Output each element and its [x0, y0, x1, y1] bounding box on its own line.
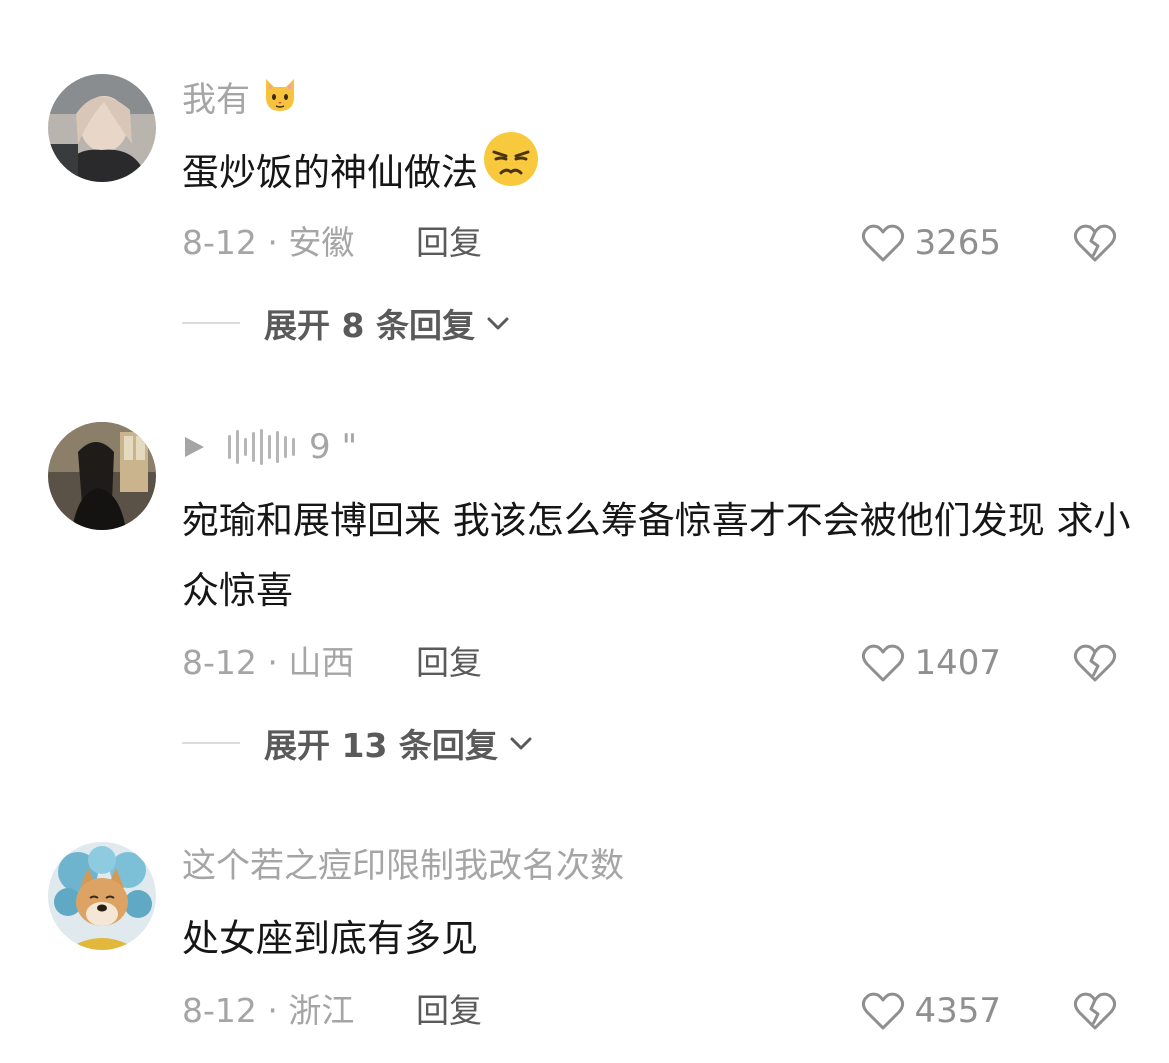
- comment-meta: 8-12 · 安徽: [182, 223, 355, 262]
- reply-button[interactable]: 回复: [416, 218, 482, 268]
- avatar[interactable]: [48, 842, 156, 950]
- play-icon: [182, 435, 206, 459]
- like-count: 1407: [914, 643, 1001, 683]
- comment-meta: 8-12 · 山西: [182, 643, 355, 682]
- unamused-face-icon: [482, 130, 540, 211]
- voice-duration: 9 ": [309, 427, 358, 467]
- comment-text: 蛋炒饭的神仙做法: [182, 132, 1142, 211]
- chevron-down-icon: [485, 313, 511, 333]
- dislike-button[interactable]: [1072, 638, 1118, 688]
- avatar[interactable]: [48, 422, 156, 530]
- divider-line: [182, 742, 240, 744]
- reply-button[interactable]: 回复: [416, 638, 482, 688]
- heart-icon: [860, 222, 906, 264]
- avatar[interactable]: [48, 74, 156, 182]
- like-button[interactable]: 1407: [860, 638, 1001, 688]
- like-button[interactable]: 4357: [860, 986, 1001, 1036]
- comment-meta: 8-12 · 浙江: [182, 991, 355, 1030]
- cat-face-icon: [260, 75, 300, 126]
- dislike-button[interactable]: [1072, 986, 1118, 1036]
- expand-replies-label: 展开 13 条回复: [264, 726, 498, 765]
- waveform-icon: [228, 429, 295, 465]
- heart-icon: [860, 642, 906, 684]
- expand-replies-button[interactable]: 展开 13 条回复: [182, 718, 534, 768]
- like-count: 4357: [914, 991, 1001, 1031]
- dislike-button[interactable]: [1072, 218, 1118, 268]
- broken-heart-icon: [1072, 222, 1118, 264]
- heart-icon: [860, 990, 906, 1032]
- like-count: 3265: [914, 223, 1001, 263]
- broken-heart-icon: [1072, 642, 1118, 684]
- username[interactable]: 我有: [182, 78, 300, 122]
- comment-text: 宛瑜和展博回来 我该怎么筹备惊喜才不会被他们发现 求小众惊喜: [182, 499, 1131, 612]
- reply-button[interactable]: 回复: [416, 986, 482, 1036]
- divider-line: [182, 322, 240, 324]
- comment-text: 处女座到底有多见: [182, 917, 478, 960]
- expand-replies-label: 展开 8 条回复: [264, 306, 475, 345]
- chevron-down-icon: [508, 733, 534, 753]
- expand-replies-button[interactable]: 展开 8 条回复: [182, 298, 511, 348]
- like-button[interactable]: 3265: [860, 218, 1001, 268]
- voice-message[interactable]: 9 ": [182, 422, 375, 472]
- broken-heart-icon: [1072, 990, 1118, 1032]
- username[interactable]: 这个若之痘印限制我改名次数: [182, 844, 624, 888]
